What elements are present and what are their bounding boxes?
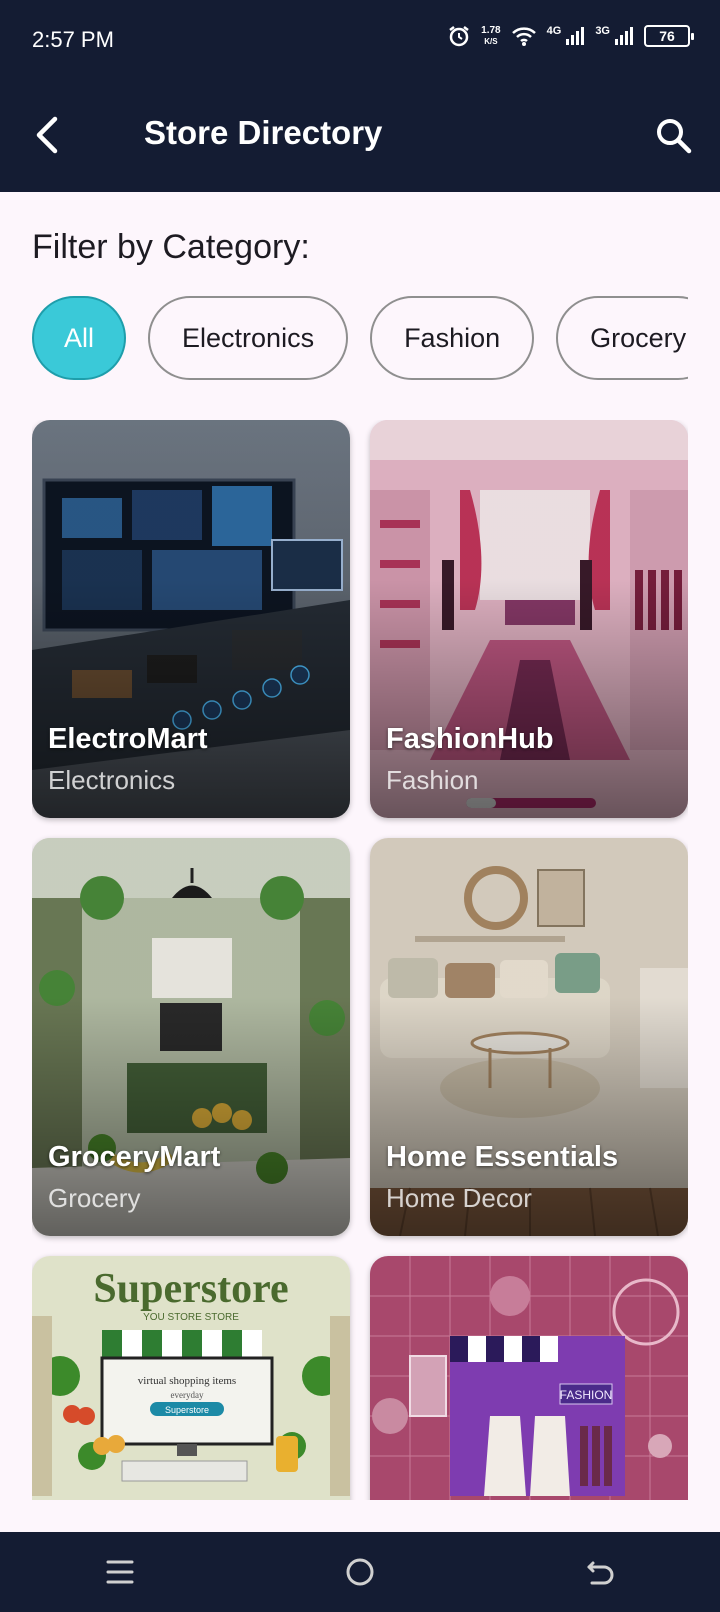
store-card-superstore[interactable]: Superstore YOU STORE STORE virtual shopp… (32, 1256, 350, 1500)
recents-button[interactable] (90, 1542, 150, 1602)
category-chip-row[interactable]: All Electronics Fashion Grocery (32, 296, 688, 380)
search-button[interactable] (648, 110, 700, 162)
menu-icon (106, 1560, 134, 1584)
page-title: Store Directory (144, 114, 383, 151)
net-speed: 1.78 K/S (481, 25, 500, 47)
chip-fashion[interactable]: Fashion (370, 296, 535, 380)
store-image: Superstore YOU STORE STORE virtual shopp… (32, 1256, 350, 1500)
chip-electronics[interactable]: Electronics (148, 296, 349, 380)
signal-bars-icon (615, 27, 633, 45)
superstore-art-title: Superstore (93, 1266, 288, 1312)
superstore-art-screen: virtual shopping items (138, 1375, 236, 1387)
back-return-icon (587, 1561, 614, 1585)
search-icon (657, 119, 692, 154)
store-image: FASHION (370, 1256, 688, 1500)
home-circle-icon (346, 1558, 374, 1586)
back-button[interactable] (22, 110, 72, 160)
store-card-grocerymart[interactable]: GroceryMart Grocery (32, 838, 350, 1236)
superstore-art-sub: YOU STORE STORE (143, 1312, 239, 1323)
net-speed-unit: K/S (484, 37, 498, 46)
store-name: GroceryMart (48, 1141, 221, 1173)
chip-all[interactable]: All (32, 296, 127, 380)
system-back-button[interactable] (570, 1542, 630, 1602)
status-bar: 2:57 PM 1.78 K/S 4G 3G 76 (0, 0, 720, 80)
store-category: Electronics (48, 765, 176, 795)
store-category: Home Decor (386, 1183, 532, 1213)
battery-icon: 76 (644, 25, 694, 47)
signal-label-2: 3G (595, 25, 610, 37)
system-nav-bar (0, 1532, 720, 1612)
fashion-art-sign: FASHION (560, 1388, 613, 1402)
store-card-fashion-storefront[interactable]: FASHION (370, 1256, 688, 1500)
chip-grocery[interactable]: Grocery (556, 296, 688, 380)
wifi-icon (511, 27, 536, 46)
status-icons: 1.78 K/S 4G 3G 76 (447, 24, 694, 48)
store-name: FashionHub (386, 723, 554, 755)
net-speed-value: 1.78 (481, 25, 501, 36)
home-button[interactable] (330, 1542, 390, 1602)
store-card-fashionhub[interactable]: FashionHub Fashion (370, 420, 688, 818)
battery-level: 76 (659, 28, 675, 44)
store-name: Home Essentials (386, 1141, 619, 1173)
filter-label: Filter by Category: (32, 228, 310, 266)
store-name: ElectroMart (48, 723, 208, 755)
signal-bars-icon (566, 27, 585, 45)
signal-label-1: 4G (546, 25, 562, 37)
store-category: Grocery (48, 1183, 141, 1213)
store-grid[interactable]: ElectroMart Electronics FashionHub Fashi… (32, 420, 688, 1500)
app-bar: Store Directory (0, 80, 720, 192)
alarm-icon (449, 26, 469, 47)
store-card-electromart[interactable]: ElectroMart Electronics (32, 420, 350, 818)
back-arrow-icon (36, 116, 58, 154)
store-category: Fashion (386, 765, 479, 795)
superstore-art-screen2: everyday (171, 1390, 204, 1400)
store-card-home-essentials[interactable]: Home Essentials Home Decor (370, 838, 688, 1236)
status-time: 2:57 PM (32, 27, 114, 52)
superstore-art-button: Superstore (165, 1405, 209, 1415)
